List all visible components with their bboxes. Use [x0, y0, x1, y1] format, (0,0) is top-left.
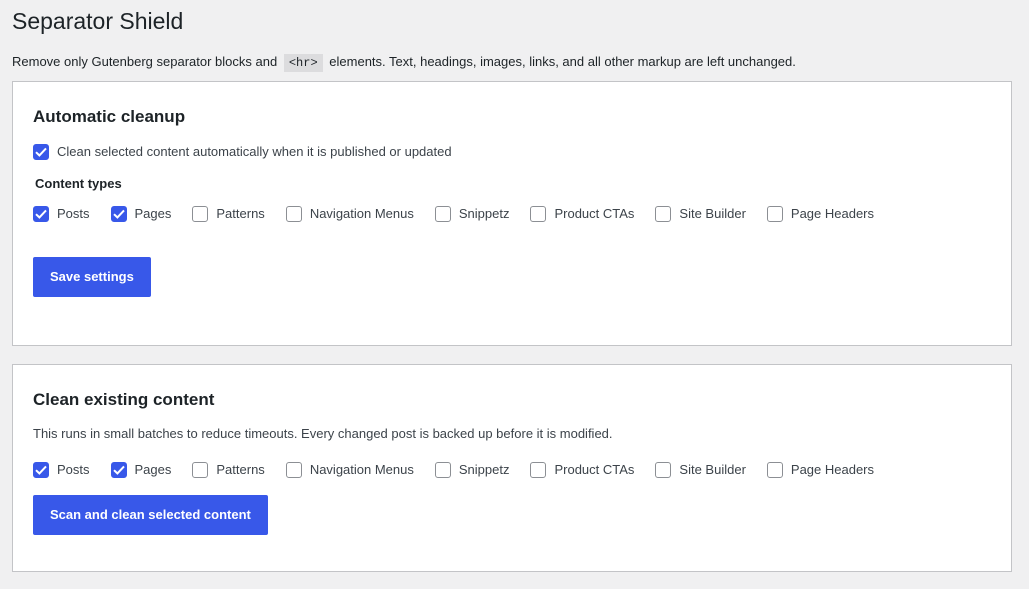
auto-type-navigation-menus[interactable]: Navigation Menus: [285, 205, 414, 223]
existing-product-ctas-label: Product CTAs: [554, 462, 635, 477]
auto-clean-checkbox[interactable]: [33, 144, 49, 160]
auto-type-page-headers[interactable]: Page Headers: [766, 205, 875, 223]
existing-type-posts[interactable]: Posts: [33, 461, 90, 479]
existing-navigation-menus-label: Navigation Menus: [309, 462, 414, 477]
clean-existing-description: This runs in small batches to reduce tim…: [33, 426, 613, 441]
auto-clean-option[interactable]: Clean selected content automatically whe…: [33, 143, 991, 161]
auto-site-builder-label: Site Builder: [679, 206, 746, 221]
auto-type-product-ctas[interactable]: Product CTAs: [530, 205, 634, 223]
clean-existing-heading: Clean existing content: [33, 390, 215, 409]
checkmark-icon: [35, 465, 47, 475]
checkmark-icon: [35, 209, 47, 219]
auto-content-types: Posts Pages Patterns Navigation Menus Snippe…: [33, 205, 991, 223]
hr-code: <hr>: [283, 54, 323, 72]
automatic-cleanup-heading: Automatic cleanup: [33, 107, 186, 126]
automatic-cleanup-card: Automatic cleanup Clean selected content…: [12, 81, 1012, 346]
auto-navigation-menus-label: Navigation Menus: [309, 206, 414, 221]
existing-type-patterns[interactable]: Patterns: [192, 461, 265, 479]
intro-text: Remove only Gutenberg separator blocks a…: [12, 52, 1012, 72]
intro-before: Remove only Gutenberg separator blocks a…: [12, 54, 278, 69]
page-title: Separator Shield: [12, 8, 184, 34]
auto-pages-checkbox[interactable]: [110, 206, 127, 222]
existing-site-builder-checkbox[interactable]: [655, 462, 672, 478]
content-types-label: Content types: [35, 176, 122, 191]
checkmark-icon: [112, 209, 125, 219]
auto-type-posts[interactable]: Posts: [33, 205, 90, 223]
auto-snippetz-checkbox[interactable]: [434, 206, 451, 222]
existing-page-headers-checkbox[interactable]: [766, 462, 783, 478]
existing-pages-checkbox[interactable]: [110, 462, 127, 478]
auto-pages-label: Pages: [134, 206, 172, 221]
auto-type-snippetz[interactable]: Snippetz: [434, 205, 510, 223]
existing-type-pages[interactable]: Pages: [110, 461, 172, 479]
auto-page-headers-checkbox[interactable]: [766, 206, 783, 222]
auto-snippetz-label: Snippetz: [458, 206, 510, 221]
existing-posts-label: Posts: [57, 462, 90, 477]
auto-type-site-builder[interactable]: Site Builder: [655, 205, 746, 223]
auto-navigation-menus-checkbox[interactable]: [285, 206, 302, 222]
existing-type-navigation-menus[interactable]: Navigation Menus: [285, 461, 414, 479]
existing-navigation-menus-checkbox[interactable]: [285, 462, 302, 478]
auto-product-ctas-label: Product CTAs: [554, 206, 635, 221]
existing-site-builder-label: Site Builder: [679, 462, 746, 477]
auto-posts-checkbox[interactable]: [33, 206, 49, 222]
existing-type-site-builder[interactable]: Site Builder: [655, 461, 746, 479]
settings-page: Separator Shield Remove only Gutenberg s…: [0, 0, 1029, 572]
existing-type-product-ctas[interactable]: Product CTAs: [530, 461, 634, 479]
save-settings-button[interactable]: Save settings: [33, 257, 151, 297]
clean-existing-card: Clean existing content This runs in smal…: [12, 364, 1012, 572]
existing-patterns-checkbox[interactable]: [192, 462, 209, 478]
auto-product-ctas-checkbox[interactable]: [530, 206, 547, 222]
existing-type-page-headers[interactable]: Page Headers: [766, 461, 875, 479]
auto-site-builder-checkbox[interactable]: [655, 206, 672, 222]
existing-snippetz-checkbox[interactable]: [434, 462, 451, 478]
checkmark-icon: [35, 147, 47, 157]
auto-type-pages[interactable]: Pages: [110, 205, 172, 223]
auto-posts-label: Posts: [57, 206, 90, 221]
existing-posts-checkbox[interactable]: [33, 462, 49, 478]
existing-patterns-label: Patterns: [216, 462, 265, 477]
checkmark-icon: [112, 465, 125, 475]
existing-product-ctas-checkbox[interactable]: [530, 462, 547, 478]
auto-clean-label: Clean selected content automatically whe…: [57, 144, 452, 159]
existing-page-headers-label: Page Headers: [790, 462, 875, 477]
existing-snippetz-label: Snippetz: [458, 462, 510, 477]
existing-content-types: Posts Pages Patterns Navigation Menus Snippe…: [33, 461, 991, 479]
intro-after: elements. Text, headings, images, links,…: [329, 54, 796, 69]
existing-pages-label: Pages: [134, 462, 172, 477]
auto-patterns-label: Patterns: [216, 206, 265, 221]
auto-type-patterns[interactable]: Patterns: [192, 205, 265, 223]
auto-page-headers-label: Page Headers: [790, 206, 875, 221]
auto-patterns-checkbox[interactable]: [192, 206, 209, 222]
scan-and-clean-button[interactable]: Scan and clean selected content: [33, 495, 268, 535]
existing-type-snippetz[interactable]: Snippetz: [434, 461, 510, 479]
